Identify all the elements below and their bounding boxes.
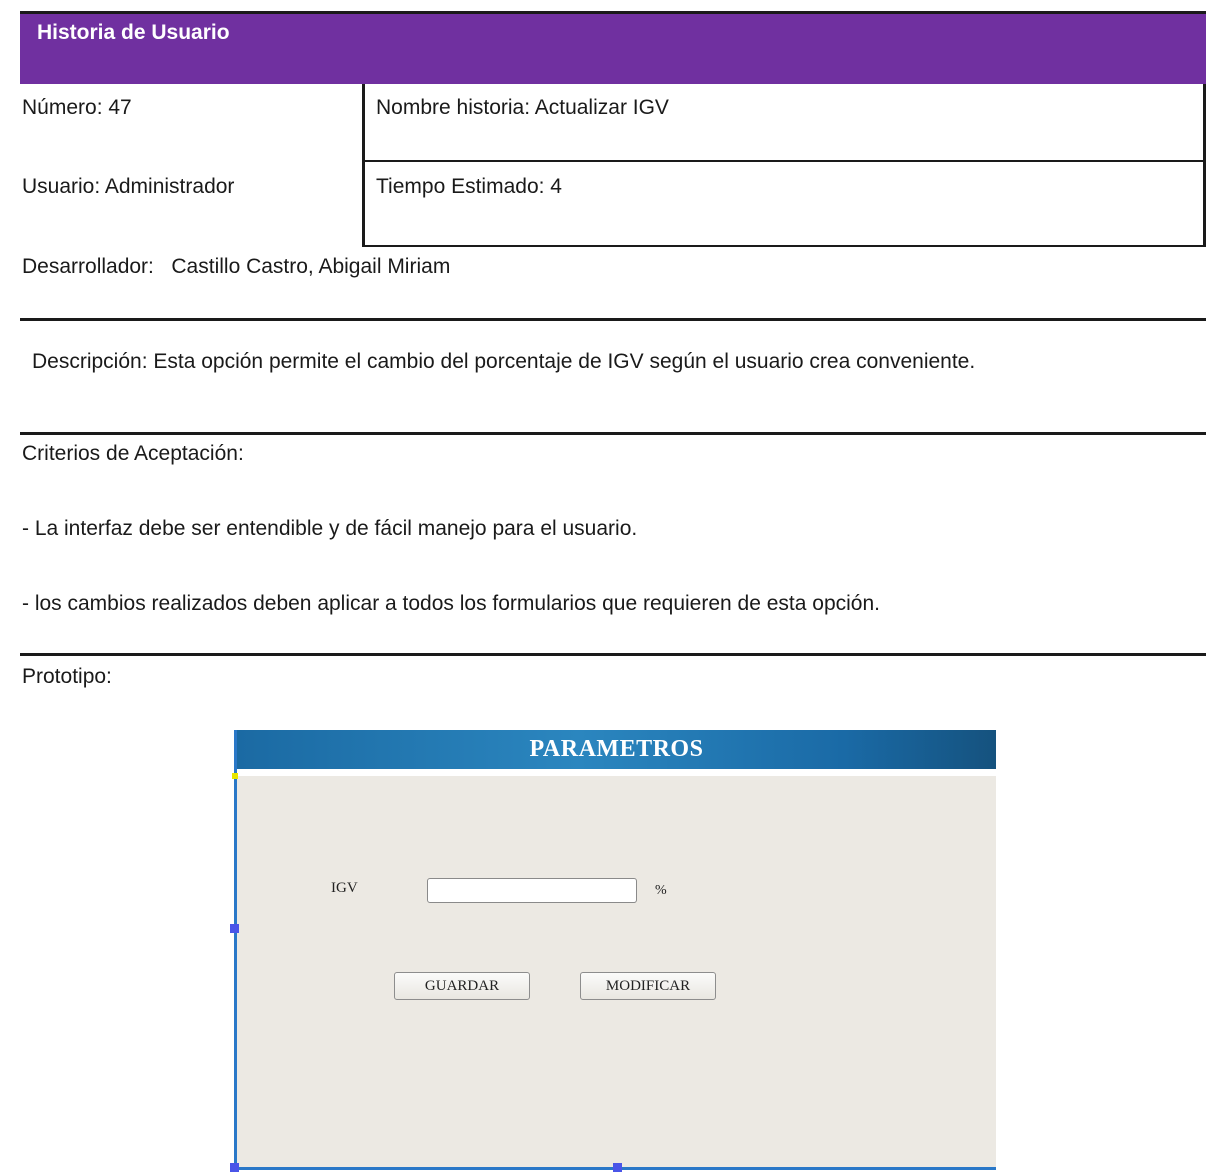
- section-rule: [20, 653, 1206, 656]
- prototype-titlebar: PARAMETROS: [237, 730, 996, 769]
- column-divider: [362, 84, 365, 247]
- row-divider: [362, 245, 1206, 247]
- prototype-window: PARAMETROS IGV % GUARDAR MODIFICAR: [234, 730, 996, 1170]
- story-developer: Desarrollador: Castillo Castro, Abigail …: [22, 255, 451, 278]
- resize-handle-bottom[interactable]: [613, 1163, 622, 1172]
- story-estimated-time: Tiempo Estimado: 4: [376, 175, 562, 198]
- prototype-title: PARAMETROS: [529, 736, 704, 762]
- story-number: Número: 47: [22, 96, 132, 119]
- resize-handle-bottom-left[interactable]: [230, 1163, 239, 1172]
- igv-input[interactable]: [427, 878, 637, 903]
- row-divider: [362, 160, 1206, 162]
- page-title: Historia de Usuario: [37, 21, 230, 44]
- rotation-handle[interactable]: [232, 773, 238, 779]
- guardar-button[interactable]: GUARDAR: [394, 972, 530, 1000]
- criteria-item: - La interfaz debe ser entendible y de f…: [22, 517, 638, 540]
- percent-symbol: %: [655, 883, 667, 898]
- story-description: Descripción: Esta opción permite el camb…: [32, 350, 976, 373]
- criteria-title: Criterios de Aceptación:: [22, 442, 244, 465]
- titlebar-separator: [237, 769, 996, 776]
- igv-label: IGV: [331, 880, 358, 896]
- section-rule: [20, 432, 1206, 435]
- modificar-button[interactable]: MODIFICAR: [580, 972, 716, 1000]
- criteria-item: - los cambios realizados deben aplicar a…: [22, 592, 880, 615]
- story-name: Nombre historia: Actualizar IGV: [376, 96, 669, 119]
- prototype-label: Prototipo:: [22, 665, 112, 688]
- resize-handle-left[interactable]: [230, 924, 239, 933]
- story-user: Usuario: Administrador: [22, 175, 235, 198]
- section-rule: [20, 318, 1206, 321]
